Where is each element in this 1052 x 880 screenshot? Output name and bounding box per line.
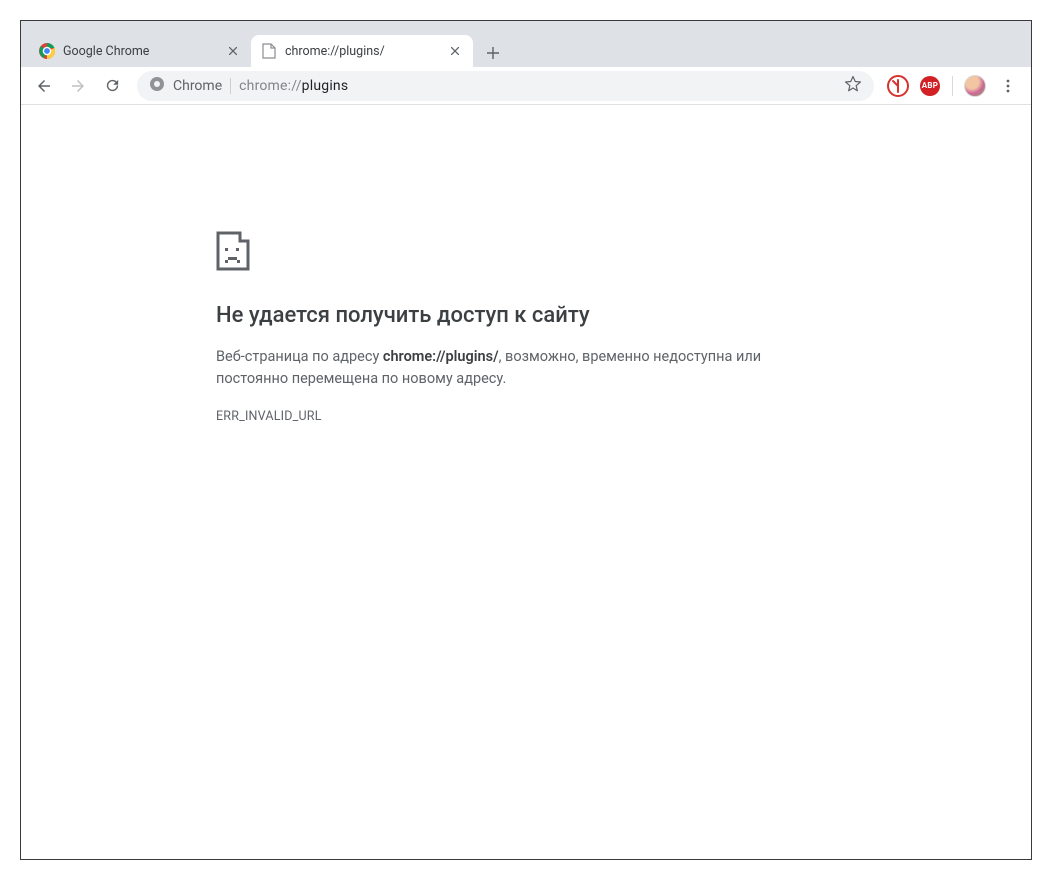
close-tab-button[interactable] xyxy=(225,43,241,59)
url-text: chrome://plugins xyxy=(239,78,348,94)
abp-extension-icon[interactable]: ABP xyxy=(916,72,944,100)
tab-chrome-plugins[interactable]: chrome://plugins/ xyxy=(251,35,473,67)
toolbar-separator xyxy=(952,76,953,96)
reload-button[interactable] xyxy=(97,71,127,101)
page-favicon-icon xyxy=(261,43,277,59)
new-tab-button[interactable] xyxy=(479,39,507,67)
title-bar xyxy=(21,21,1031,31)
avatar-icon xyxy=(964,75,986,97)
tab-title: Google Chrome xyxy=(63,44,217,59)
error-page: Не удается получить доступ к сайту Веб-с… xyxy=(216,231,836,859)
error-code: ERR_INVALID_URL xyxy=(216,409,836,424)
yandex-extension-icon[interactable] xyxy=(884,72,912,100)
tab-google-chrome[interactable]: Google Chrome xyxy=(29,35,251,67)
error-heading: Не удается получить доступ к сайту xyxy=(216,303,836,328)
desc-url: chrome://plugins/ xyxy=(383,348,499,365)
bookmark-star-icon[interactable] xyxy=(844,75,862,97)
menu-button[interactable] xyxy=(993,71,1023,101)
scheme-label: Chrome xyxy=(173,78,231,94)
sad-page-icon xyxy=(216,231,836,275)
url-muted: chrome:// xyxy=(239,78,302,94)
url-dark: plugins xyxy=(302,78,349,94)
tab-title: chrome://plugins/ xyxy=(285,44,439,59)
chrome-favicon-icon xyxy=(39,43,55,59)
chrome-scheme-icon xyxy=(149,76,165,96)
back-button[interactable] xyxy=(29,71,59,101)
forward-button[interactable] xyxy=(63,71,93,101)
error-description: Веб-страница по адресу chrome://plugins/… xyxy=(216,346,836,391)
abp-badge: ABP xyxy=(920,76,940,96)
profile-avatar[interactable] xyxy=(961,72,989,100)
tab-strip: Google Chrome chrome://plugins/ xyxy=(21,31,1031,67)
page-content: Не удается получить доступ к сайту Веб-с… xyxy=(21,105,1031,859)
browser-window: Google Chrome chrome://plugins/ xyxy=(20,20,1032,860)
close-tab-button[interactable] xyxy=(447,43,463,59)
desc-prefix: Веб-страница по адресу xyxy=(216,348,383,365)
toolbar: Chrome chrome://plugins ABP xyxy=(21,67,1031,105)
address-bar[interactable]: Chrome chrome://plugins xyxy=(137,71,874,101)
